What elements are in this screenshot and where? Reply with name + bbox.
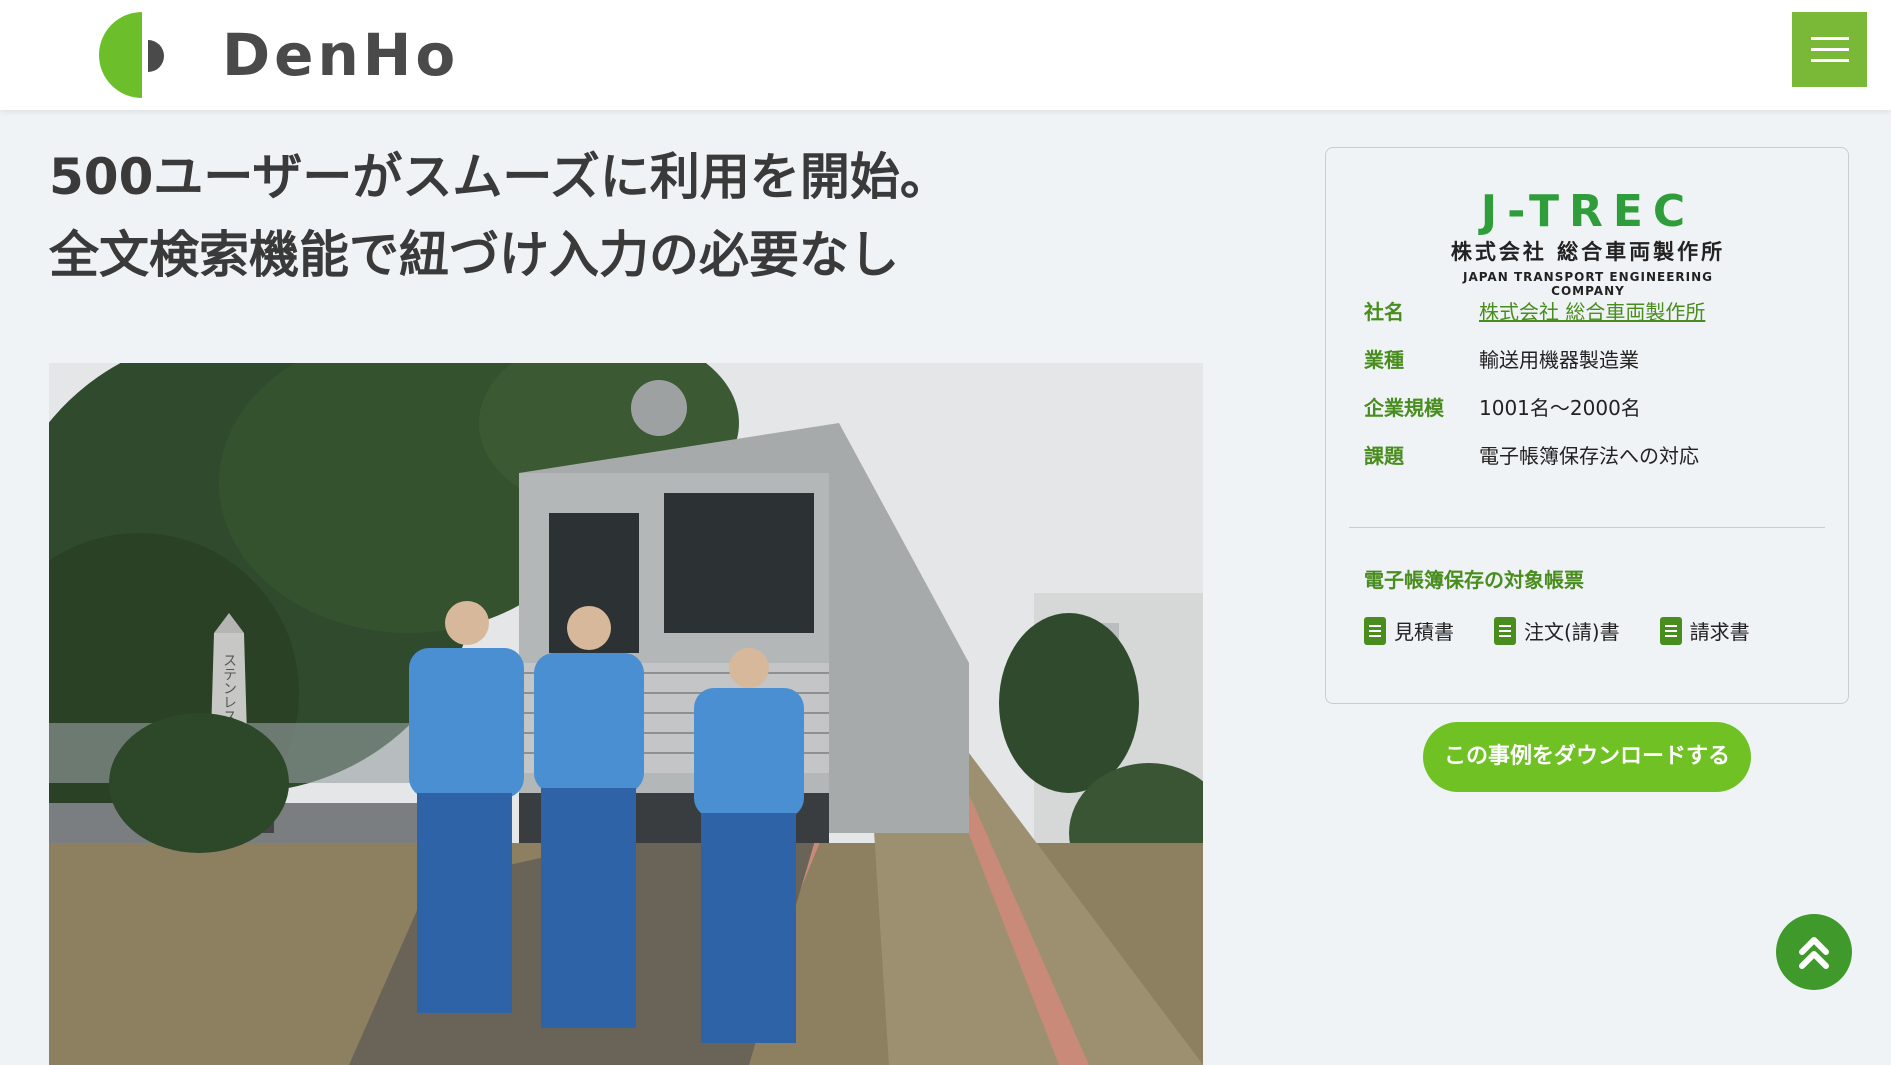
info-row-challenge: 課題 電子帳簿保存法への対応 — [1364, 441, 1699, 471]
document-label: 注文(請)書 — [1524, 620, 1620, 644]
denho-logo-icon — [99, 12, 164, 98]
info-label: 課題 — [1364, 444, 1404, 468]
info-value: 輸送用機器製造業 — [1479, 348, 1639, 372]
hamburger-icon-line — [1811, 48, 1849, 51]
info-label: 社名 — [1364, 300, 1404, 324]
company-logo: J-TREC 株式会社 総合車両製作所 JAPAN TRANSPORT ENGI… — [1436, 186, 1740, 299]
download-case-study-button[interactable]: この事例をダウンロードする — [1423, 722, 1751, 792]
person-middle — [534, 606, 644, 1028]
document-icon — [1659, 616, 1682, 645]
document-item: 請求書 — [1659, 616, 1750, 645]
document-icon — [1494, 616, 1516, 645]
hamburger-icon — [1811, 37, 1849, 40]
site-header: DenHo — [0, 0, 1891, 110]
company-logo-en: JAPAN TRANSPORT ENGINEERING COMPANY — [1462, 270, 1713, 298]
document-icon — [1364, 616, 1386, 645]
person-left — [409, 601, 524, 1013]
menu-button[interactable] — [1792, 12, 1867, 87]
logo-text: DenHo — [222, 21, 460, 89]
company-logo-main: J-TREC — [1480, 186, 1696, 237]
documents-title: 電子帳簿保存の対象帳票 — [1364, 568, 1584, 592]
document-item: 注文(請)書 — [1494, 616, 1620, 645]
case-study-photo: ステンレス車両発祥の地 — [49, 363, 1203, 1065]
page-title: 500ユーザーがスムーズに利用を開始。 全文検索機能で紐づけ入力の必要なし — [49, 138, 1199, 294]
info-row-size: 企業規模 1001名～2000名 — [1364, 393, 1641, 423]
info-label: 業種 — [1364, 348, 1404, 372]
denho-logo[interactable]: DenHo — [94, 10, 459, 100]
info-label: 企業規模 — [1364, 396, 1444, 420]
card-divider — [1349, 527, 1825, 528]
document-label: 請求書 — [1689, 620, 1750, 644]
headline-line-1: 500ユーザーがスムーズに利用を開始。 — [49, 148, 950, 206]
document-item: 見積書 — [1364, 616, 1454, 645]
info-value: 1001名～2000名 — [1479, 396, 1641, 420]
company-info-card: J-TREC 株式会社 総合車両製作所 JAPAN TRANSPORT ENGI… — [1325, 147, 1849, 704]
info-row-company-name: 社名 株式会社 総合車両製作所 — [1364, 297, 1705, 327]
hamburger-icon-line — [1811, 59, 1849, 62]
info-value: 電子帳簿保存法への対応 — [1479, 444, 1699, 468]
info-row-industry: 業種 輸送用機器製造業 — [1364, 345, 1639, 375]
company-logo-jp: 株式会社 総合車両製作所 — [1450, 240, 1726, 264]
double-chevron-up-icon — [1799, 937, 1829, 969]
document-label: 見積書 — [1394, 620, 1454, 644]
person-right — [694, 648, 804, 1043]
scroll-to-top-button[interactable] — [1776, 914, 1852, 990]
photo-illustration: ステンレス車両発祥の地 — [49, 363, 1203, 1065]
headline-line-2: 全文検索機能で紐づけ入力の必要なし — [49, 226, 899, 284]
company-name-link[interactable]: 株式会社 総合車両製作所 — [1479, 297, 1705, 327]
documents-list: 見積書 注文(請)書 請求書 — [1364, 616, 1790, 645]
